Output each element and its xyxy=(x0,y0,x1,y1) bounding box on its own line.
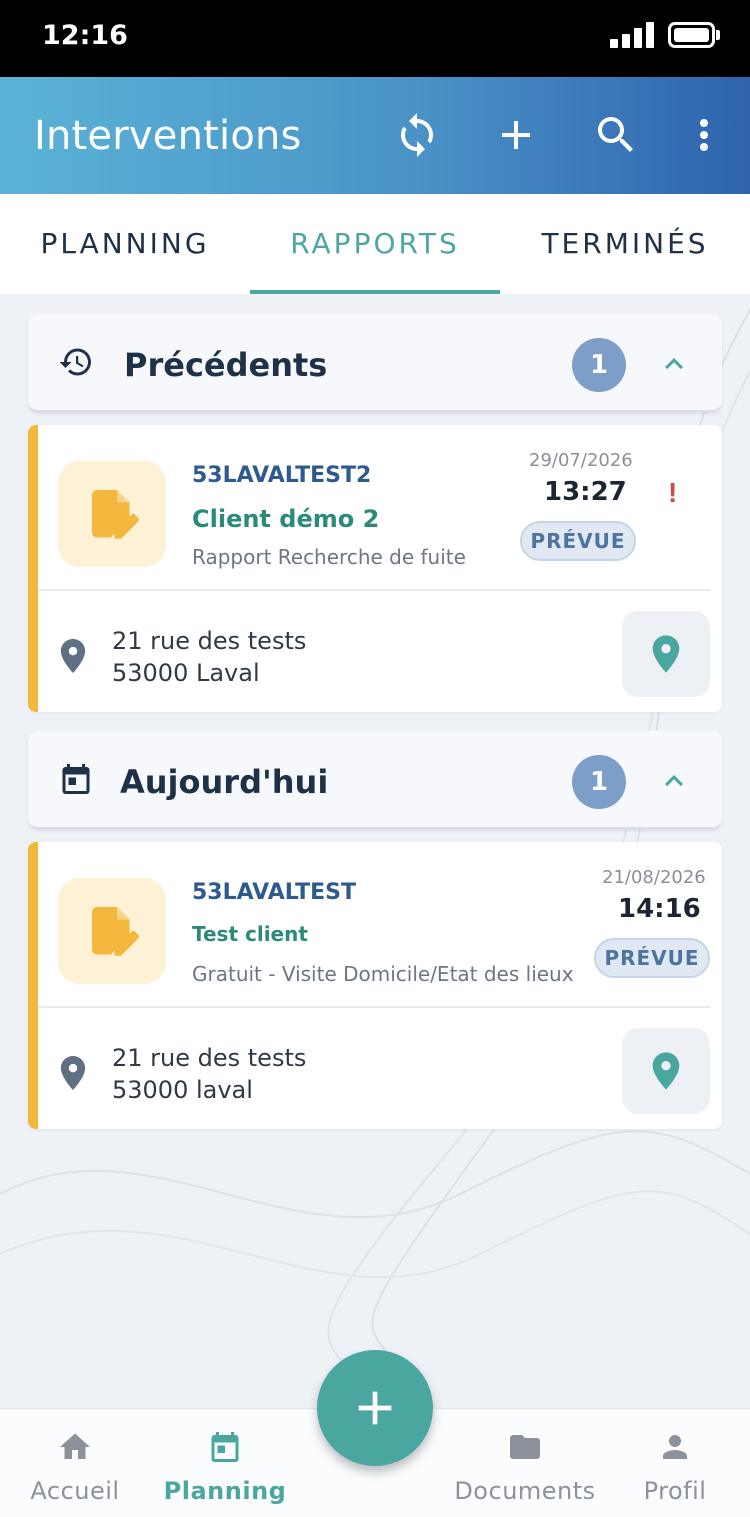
address-line2: 53000 laval xyxy=(112,1076,253,1104)
alert-indicator: ! xyxy=(668,477,678,508)
count-badge: 1 xyxy=(572,755,626,809)
person-icon xyxy=(663,1435,687,1459)
edit-document-icon xyxy=(92,907,140,956)
section-title: Précédents xyxy=(124,346,328,384)
folder-icon xyxy=(510,1435,540,1459)
tab-planning[interactable]: PLANNING xyxy=(0,194,250,294)
nav-label: Documents xyxy=(454,1477,596,1505)
signal-icon xyxy=(610,22,654,48)
tab-rapports[interactable]: RAPPORTS xyxy=(250,194,500,294)
intervention-card[interactable]: 53LAVALTEST2 Client démo 2 Rapport Reche… xyxy=(28,425,722,712)
section-title: Aujourd'hui xyxy=(120,763,329,801)
edit-document-icon xyxy=(92,490,140,539)
chevron-up-icon[interactable] xyxy=(656,346,692,382)
nav-documents[interactable]: Documents xyxy=(450,1409,600,1517)
nav-planning[interactable]: Planning xyxy=(150,1409,300,1517)
battery-icon xyxy=(668,22,720,48)
calendar-icon xyxy=(211,1432,239,1462)
card-accent-bar xyxy=(28,425,38,712)
card-divider xyxy=(38,1006,710,1008)
client-name: Test client xyxy=(192,922,308,946)
count-badge: 1 xyxy=(572,338,626,392)
add-icon xyxy=(358,1391,392,1425)
client-name: Client démo 2 xyxy=(192,505,380,533)
card-divider xyxy=(38,589,710,591)
map-pin-icon xyxy=(652,1052,680,1090)
status-badge: PRÉVUE xyxy=(594,938,710,978)
sync-icon[interactable] xyxy=(393,111,441,159)
status-bar: 12:16 xyxy=(0,0,750,77)
intervention-date: 21/08/2026 xyxy=(602,867,706,888)
status-time: 12:16 xyxy=(42,20,128,51)
open-map-button[interactable] xyxy=(622,611,710,697)
location-pin-icon xyxy=(60,1056,86,1090)
section-header-precedents[interactable]: Précédents 1 xyxy=(28,314,722,412)
section-header-aujourdhui[interactable]: Aujourd'hui 1 xyxy=(28,731,722,829)
tab-termines[interactable]: TERMINÉS xyxy=(500,194,750,294)
intervention-description: Rapport Recherche de fuite xyxy=(192,545,466,569)
add-intervention-button[interactable] xyxy=(317,1350,433,1466)
address-line1: 21 rue des tests xyxy=(112,1044,307,1072)
history-icon xyxy=(59,348,91,376)
report-doc-tile xyxy=(58,878,166,984)
address-line2: 53000 Laval xyxy=(112,659,260,687)
page-title: Interventions xyxy=(34,113,302,159)
address-line1: 21 rue des tests xyxy=(112,627,307,655)
nav-accueil[interactable]: Accueil xyxy=(0,1409,150,1517)
open-map-button[interactable] xyxy=(622,1028,710,1114)
nav-label: Profil xyxy=(643,1477,707,1505)
add-icon[interactable] xyxy=(492,111,540,159)
app-bar: Interventions xyxy=(0,77,750,194)
intervention-reference: 53LAVALTEST2 xyxy=(192,463,372,488)
more-vert-icon[interactable] xyxy=(680,111,728,159)
intervention-time: 14:16 xyxy=(618,894,701,924)
card-accent-bar xyxy=(28,842,38,1129)
intervention-reference: 53LAVALTEST xyxy=(192,880,356,905)
nav-label: Planning xyxy=(163,1477,287,1505)
home-icon xyxy=(60,1433,90,1459)
nav-label: Accueil xyxy=(30,1477,120,1505)
nav-profil[interactable]: Profil xyxy=(600,1409,750,1517)
intervention-description: Gratuit - Visite Domicile/Etat des lieux xyxy=(192,962,574,986)
calendar-icon xyxy=(62,764,90,794)
tab-bar: PLANNING RAPPORTS TERMINÉS xyxy=(0,194,750,294)
intervention-time: 13:27 xyxy=(544,477,627,507)
intervention-card[interactable]: 53LAVALTEST Test client Gratuit - Visite… xyxy=(28,842,722,1129)
report-doc-tile xyxy=(58,461,166,567)
map-pin-icon xyxy=(652,635,680,673)
chevron-up-icon[interactable] xyxy=(656,763,692,799)
search-icon[interactable] xyxy=(592,111,640,159)
active-tab-indicator xyxy=(250,290,500,294)
status-badge: PRÉVUE xyxy=(520,521,636,561)
intervention-date: 29/07/2026 xyxy=(529,450,633,471)
location-pin-icon xyxy=(60,639,86,673)
